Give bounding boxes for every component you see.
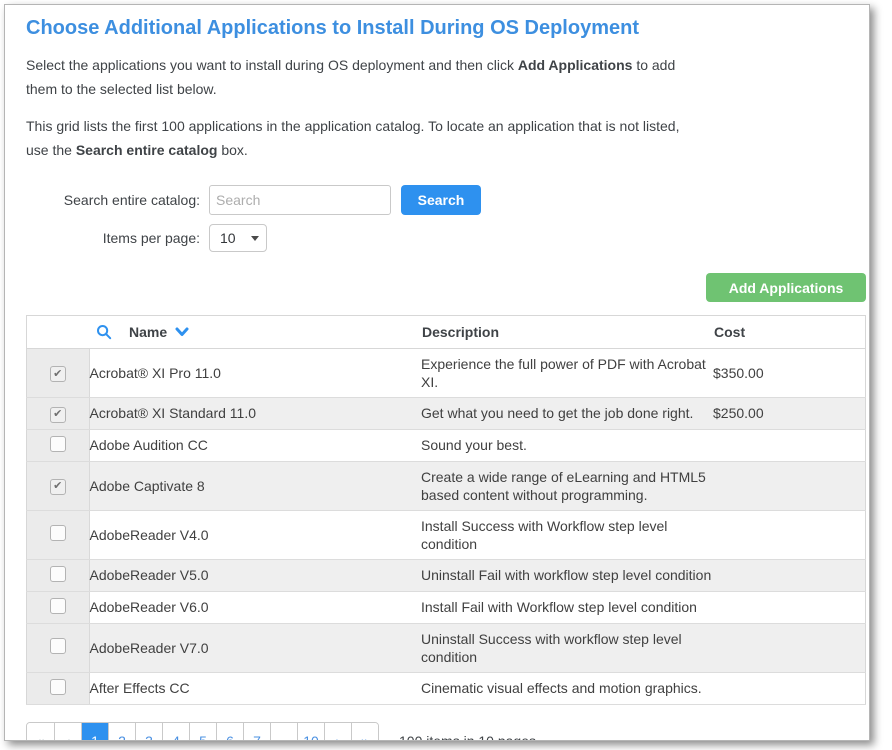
intro-paragraph-1: Select the applications you want to inst… <box>26 53 688 101</box>
row-select-cell <box>27 623 90 672</box>
row-checkbox[interactable] <box>50 407 66 423</box>
search-catalog-label: Search entire catalog: <box>26 192 200 208</box>
row-checkbox[interactable] <box>50 436 66 452</box>
cost-column-header[interactable]: Cost <box>713 316 866 349</box>
cell-cost <box>713 429 866 461</box>
table-header-row: Name Description Cost <box>27 316 866 349</box>
table-row: Adobe Captivate 8 Create a wide range of… <box>27 461 866 510</box>
cell-cost <box>713 591 866 623</box>
table-body: Acrobat® XI Pro 11.0 Experience the full… <box>27 349 866 705</box>
cell-cost <box>713 672 866 704</box>
cell-name: Adobe Captivate 8 <box>89 461 421 510</box>
items-per-page-label: Items per page: <box>26 230 200 246</box>
table-row: AdobeReader V5.0 Uninstall Fail with wor… <box>27 559 866 591</box>
row-select-cell <box>27 559 90 591</box>
cell-description: Install Fail with Workflow step level co… <box>421 591 713 623</box>
cell-cost <box>713 510 866 559</box>
search-icon[interactable] <box>96 324 112 340</box>
row-checkbox[interactable] <box>50 638 66 654</box>
row-select-cell <box>27 591 90 623</box>
pagination-button[interactable]: 4 <box>162 723 189 742</box>
cell-description: Experience the full power of PDF with Ac… <box>421 349 713 398</box>
cell-description: Sound your best. <box>421 429 713 461</box>
cell-description: Install Success with Workflow step level… <box>421 510 713 559</box>
cell-name: Acrobat® XI Standard 11.0 <box>89 398 421 430</box>
pagination-summary: 100 items in 10 pages <box>399 733 536 742</box>
pagination-button: ‹ <box>54 723 81 742</box>
items-per-page-value: 10 <box>220 230 251 246</box>
cell-cost <box>713 461 866 510</box>
cell-description: Uninstall Fail with workflow step level … <box>421 559 713 591</box>
add-applications-button[interactable]: Add Applications <box>706 273 866 302</box>
pagination-button[interactable]: › <box>324 723 351 742</box>
row-checkbox[interactable] <box>50 566 66 582</box>
cell-name: AdobeReader V5.0 <box>89 559 421 591</box>
cell-cost: $350.00 <box>713 349 866 398</box>
cell-name: AdobeReader V6.0 <box>89 591 421 623</box>
pagination-button[interactable]: 3 <box>135 723 162 742</box>
row-select-cell <box>27 510 90 559</box>
row-checkbox[interactable] <box>50 479 66 495</box>
applications-table: Name Description Cost Acrobat <box>26 315 866 705</box>
row-checkbox[interactable] <box>50 366 66 382</box>
pagination-button[interactable]: 10 <box>297 723 324 742</box>
table-row: AdobeReader V7.0 Uninstall Success with … <box>27 623 866 672</box>
row-checkbox[interactable] <box>50 679 66 695</box>
pagination-button: ... <box>270 723 297 742</box>
search-input[interactable] <box>209 185 391 215</box>
intro-1-bold: Add Applications <box>518 57 633 73</box>
cell-name: AdobeReader V7.0 <box>89 623 421 672</box>
intro-1-text: Select the applications you want to inst… <box>26 57 518 73</box>
cell-name: After Effects CC <box>89 672 421 704</box>
intro-2-tail: box. <box>217 142 247 158</box>
items-per-page-select[interactable]: 10 <box>209 224 267 252</box>
sort-desc-icon <box>175 327 189 337</box>
cell-cost: $250.00 <box>713 398 866 430</box>
intro-paragraph-2: This grid lists the first 100 applicatio… <box>26 114 688 162</box>
row-checkbox[interactable] <box>50 598 66 614</box>
cell-name: Acrobat® XI Pro 11.0 <box>89 349 421 398</box>
search-button[interactable]: Search <box>401 185 481 215</box>
cell-description: Cinematic visual effects and motion grap… <box>421 672 713 704</box>
intro-2-bold: Search entire catalog <box>76 142 218 158</box>
pagination-button[interactable]: 7 <box>243 723 270 742</box>
pagination-button[interactable]: 1 <box>81 723 108 742</box>
table-row: After Effects CC Cinematic visual effect… <box>27 672 866 704</box>
row-select-cell <box>27 349 90 398</box>
table-row: AdobeReader V6.0 Install Fail with Workf… <box>27 591 866 623</box>
description-column-header[interactable]: Description <box>421 316 713 349</box>
table-row: Acrobat® XI Pro 11.0 Experience the full… <box>27 349 866 398</box>
table-row: AdobeReader V4.0 Install Success with Wo… <box>27 510 866 559</box>
cell-description: Get what you need to get the job done ri… <box>421 398 713 430</box>
cell-cost <box>713 559 866 591</box>
pagination-button[interactable]: 6 <box>216 723 243 742</box>
dialog-card: Choose Additional Applications to Instal… <box>4 4 870 741</box>
row-select-cell <box>27 429 90 461</box>
pagination-button[interactable]: 2 <box>108 723 135 742</box>
pagination-button: « <box>27 723 54 742</box>
cell-description: Uninstall Success with workflow step lev… <box>421 623 713 672</box>
pagination: «‹1234567...10›» <box>26 722 379 742</box>
cell-cost <box>713 623 866 672</box>
cell-description: Create a wide range of eLearning and HTM… <box>421 461 713 510</box>
row-select-cell <box>27 398 90 430</box>
table-row: Adobe Audition CC Sound your best. <box>27 429 866 461</box>
cell-name: Adobe Audition CC <box>89 429 421 461</box>
page-title: Choose Additional Applications to Instal… <box>26 16 866 40</box>
pagination-button[interactable]: 5 <box>189 723 216 742</box>
select-column-header <box>27 316 90 349</box>
row-select-cell <box>27 461 90 510</box>
row-select-cell <box>27 672 90 704</box>
name-column-header[interactable]: Name <box>89 316 421 349</box>
row-checkbox[interactable] <box>50 525 66 541</box>
cell-name: AdobeReader V4.0 <box>89 510 421 559</box>
name-column-label: Name <box>129 324 167 340</box>
chevron-down-icon <box>251 236 259 241</box>
table-row: Acrobat® XI Standard 11.0 Get what you n… <box>27 398 866 430</box>
pagination-button[interactable]: » <box>351 723 378 742</box>
